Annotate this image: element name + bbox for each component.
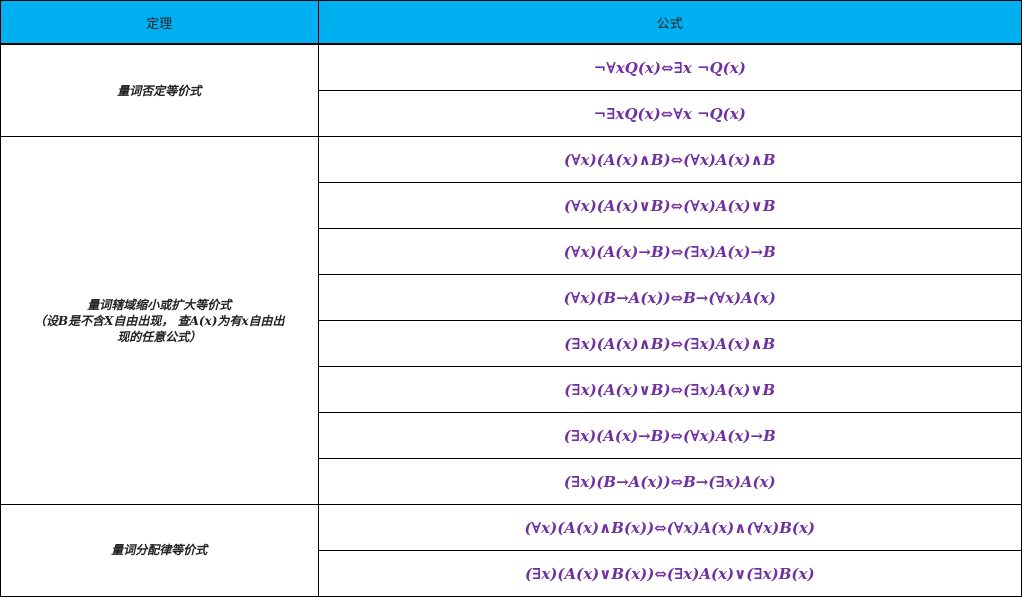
formula-cell: (∀x)(B→A(x))⇔B→(∀x)A(x) [317, 274, 1021, 321]
theorem-note: （设B是不含X自由出现， 查A(x)为有x自由出 [33, 313, 285, 328]
formula-cell: (∃x)(B→A(x))⇔B→(∃x)A(x) [317, 458, 1021, 505]
equivalence-table: 定理 公式 量词否定等价式 ¬∀xQ(x)⇔∃x ¬Q(x) ¬∃xQ(x)⇔∀… [1, 1, 1021, 597]
header-row: 定理 公式 [1, 1, 1021, 45]
formula-cell: (∀x)(A(x)∧B(x))⇔(∀x)A(x)∧(∀x)B(x) [317, 504, 1021, 551]
formula-cell: (∃x)(A(x)∧B)⇔(∃x)A(x)∧B [317, 320, 1021, 367]
theorem-cell-negation: 量词否定等价式 [1, 43, 319, 137]
formula-cell: (∀x)(A(x)∧B)⇔(∀x)A(x)∧B [317, 136, 1021, 183]
theorem-text: 量词否定等价式 [117, 83, 202, 98]
formula-cell: (∃x)(A(x)→B)⇔(∀x)A(x)→B [317, 412, 1021, 459]
formula-cell: ¬∀xQ(x)⇔∃x ¬Q(x) [317, 43, 1021, 91]
theorem-column-header: 定理 [1, 1, 319, 45]
theorem-cell-scope: 量词辖域缩小或扩大等价式 （设B是不含X自由出现， 查A(x)为有x自由出 现的… [1, 136, 319, 505]
theorem-cell-distributive: 量词分配律等价式 [1, 504, 319, 597]
table-row: 量词否定等价式 ¬∀xQ(x)⇔∃x ¬Q(x) [1, 43, 1021, 137]
formula-cell: (∀x)(A(x)∨B)⇔(∀x)A(x)∨B [317, 182, 1021, 229]
formula-cell: ¬∃xQ(x)⇔∀x ¬Q(x) [317, 90, 1021, 137]
theorem-text: 量词辖域缩小或扩大等价式 [87, 297, 232, 312]
theorem-note: 现的任意公式） [117, 329, 202, 344]
formula-cell: (∀x)(A(x)→B)⇔(∃x)A(x)→B [317, 228, 1021, 275]
formula-cell: (∃x)(A(x)∨B(x))⇔(∃x)A(x)∨(∃x)B(x) [317, 550, 1021, 596]
theorem-text: 量词分配律等价式 [111, 543, 208, 558]
table-row: 量词分配律等价式 (∀x)(A(x)∧B(x))⇔(∀x)A(x)∧(∀x)B(… [1, 504, 1021, 597]
equivalence-table-sheet: 定理 公式 量词否定等价式 ¬∀xQ(x)⇔∃x ¬Q(x) ¬∃xQ(x)⇔∀… [0, 0, 1022, 597]
table-row: 量词辖域缩小或扩大等价式 （设B是不含X自由出现， 查A(x)为有x自由出 现的… [1, 136, 1021, 505]
formula-column-header: 公式 [318, 1, 1021, 45]
formula-cell: (∃x)(A(x)∨B)⇔(∃x)A(x)∨B [317, 366, 1021, 413]
